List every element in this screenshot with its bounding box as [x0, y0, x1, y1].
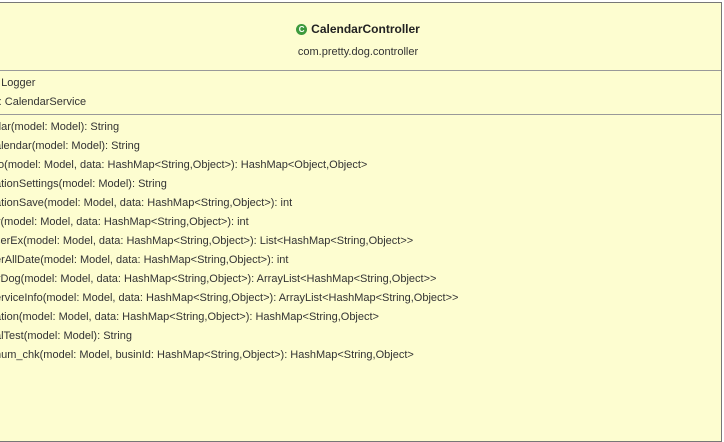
class-header: C CalendarController com.pretty.dog.contr…	[0, 3, 721, 71]
method-row: ation(model: Model, data: HashMap<String…	[0, 311, 379, 323]
method-row: erviceInfo(model: Model, data: HashMap<S…	[0, 292, 459, 304]
method-row: num_chk(model: Model, businId: HashMap<S…	[0, 349, 414, 361]
method-row: alendar(model: Model): String	[0, 140, 140, 152]
method-row: erAllDate(model: Model, data: HashMap<St…	[0, 254, 289, 266]
fields-compartment: : Logger r: CalendarService	[0, 71, 721, 115]
class-name: CalendarController	[311, 22, 420, 36]
method-row: vDog(model: Model, data: HashMap<String,…	[0, 273, 437, 285]
methods-compartment: dar(model: Model): String alendar(model:…	[0, 115, 721, 365]
method-row: alTest(model: Model): String	[0, 330, 132, 342]
package-name: com.pretty.dog.controller	[297, 46, 419, 58]
method-row: dar(model: Model): String	[0, 121, 120, 133]
method-row: fo(model: Model, data: HashMap<String,Ob…	[0, 159, 368, 171]
field-row: r: CalendarService	[0, 96, 87, 108]
method-row: y(model: Model, data: HashMap<String,Obj…	[0, 216, 249, 228]
method-row: ationSave(model: Model, data: HashMap<St…	[0, 197, 293, 209]
field-row: : Logger	[0, 77, 36, 89]
uml-class-box: C CalendarController com.pretty.dog.contr…	[0, 2, 722, 442]
method-row: ationSettings(model: Model): String	[0, 178, 167, 190]
class-icon: C	[296, 24, 308, 35]
method-row: serEx(model: Model, data: HashMap<String…	[0, 235, 414, 247]
class-title-row: C CalendarController	[0, 3, 721, 37]
